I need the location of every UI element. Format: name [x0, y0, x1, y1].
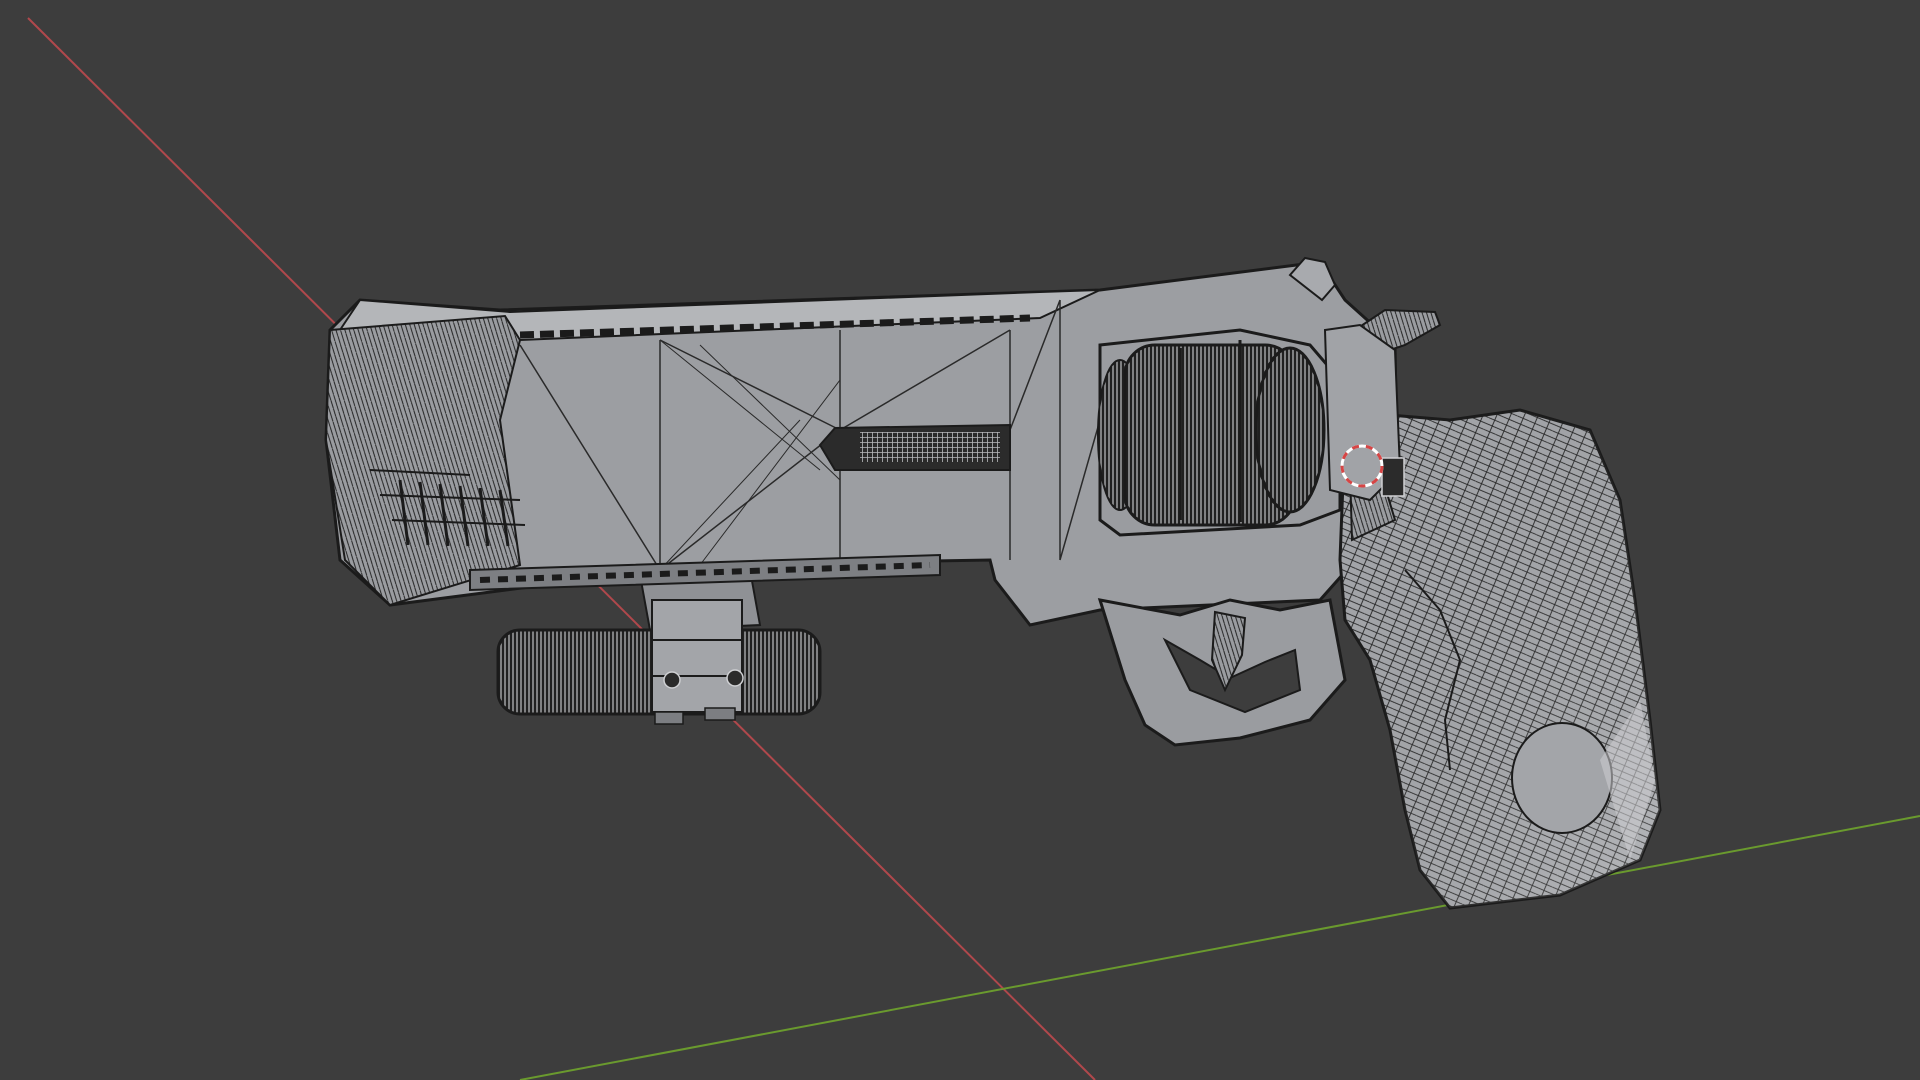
cylinder-latch[interactable] [1381, 457, 1405, 497]
y-axis-line [519, 815, 1920, 1080]
3d-viewport[interactable] [0, 0, 1920, 1080]
revolver-cylinder[interactable] [1097, 328, 1342, 537]
trigger-guard[interactable] [1097, 598, 1347, 747]
flashlight-attachment[interactable] [496, 568, 822, 725]
revolver-mesh[interactable] [324, 256, 1662, 910]
